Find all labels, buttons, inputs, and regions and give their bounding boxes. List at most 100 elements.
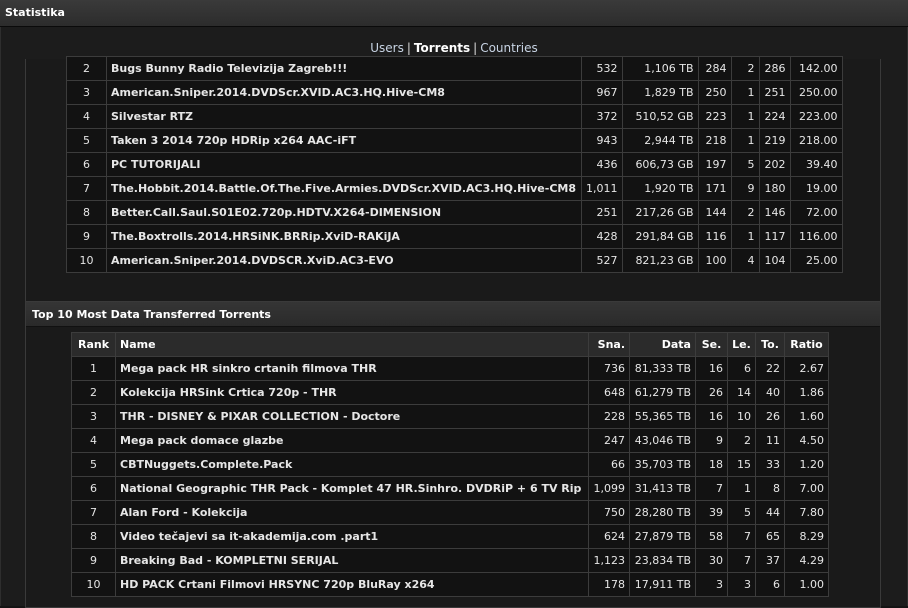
- seeders-cell: 58: [695, 524, 728, 549]
- data-cell: 43,046 TB: [629, 428, 696, 453]
- total-cell: 286: [758, 56, 791, 81]
- ratio-cell: 25.00: [789, 248, 843, 273]
- nav-separator: |: [406, 41, 411, 55]
- col-header-seeders[interactable]: Se.: [695, 332, 728, 357]
- torrent-name-link[interactable]: Alan Ford - Kolekcija: [115, 500, 589, 525]
- snatched-cell: 1,123: [588, 548, 630, 573]
- torrent-name-link[interactable]: Silvestar RTZ: [106, 104, 582, 129]
- torrent-name-link[interactable]: Kolekcija HRSink Crtica 720p - THR: [115, 380, 589, 405]
- leechers-cell: 1: [730, 104, 760, 129]
- ratio-cell: 116.00: [789, 224, 843, 249]
- snatched-cell: 736: [588, 356, 630, 381]
- col-header-data[interactable]: Data: [629, 332, 696, 357]
- col-header-leechers[interactable]: Le.: [727, 332, 756, 357]
- seeders-cell: 171: [697, 176, 732, 201]
- torrent-name-link[interactable]: Mega pack HR sinkro crtanih filmova THR: [115, 356, 589, 381]
- ratio-cell: 7.80: [784, 500, 829, 525]
- leechers-cell: 9: [730, 176, 760, 201]
- col-header-sna[interactable]: Sna.: [588, 332, 630, 357]
- data-cell: 217,26 GB: [621, 200, 699, 225]
- rank-cell: 2: [71, 380, 116, 405]
- data-cell: 1,920 TB: [621, 176, 699, 201]
- snatched-cell: 532: [581, 56, 623, 81]
- ratio-cell: 218.00: [789, 128, 843, 153]
- top-torrents-table: 2 Bugs Bunny Radio Televizija Zagreb!!! 53…: [66, 56, 843, 273]
- seeders-cell: 7: [695, 476, 728, 501]
- nav-link-users[interactable]: Users: [370, 41, 404, 55]
- leechers-cell: 4: [730, 248, 760, 273]
- snatched-cell: 624: [588, 524, 630, 549]
- seeders-cell: 9: [695, 428, 728, 453]
- torrent-name-link[interactable]: Taken 3 2014 720p HDRip x264 AAC-iFT: [106, 128, 582, 153]
- rank-cell: 10: [71, 572, 116, 597]
- table-row: 9 Breaking Bad - KOMPLETNI SERIJAL 1,123 23…: [71, 548, 829, 573]
- seeders-cell: 16: [695, 356, 728, 381]
- torrent-name-link[interactable]: American.Sniper.2014.DVDSCR.XviD.AC3-EVO: [106, 248, 582, 273]
- col-header-name[interactable]: Name: [115, 332, 589, 357]
- data-cell: 510,52 GB: [621, 104, 699, 129]
- torrent-name-link[interactable]: Mega pack domace glazbe: [115, 428, 589, 453]
- table-header-row: Rank Name Sna. Data Se. Le. To. Ratio: [71, 332, 829, 357]
- panel-title: Top 10 Most Data Transferred Torrents: [32, 308, 271, 321]
- ratio-cell: 2.67: [784, 356, 829, 381]
- total-cell: 65: [755, 524, 785, 549]
- torrent-name-link[interactable]: THR - DISNEY & PIXAR COLLECTION - Doctor…: [115, 404, 589, 429]
- snatched-cell: 228: [588, 404, 630, 429]
- torrent-name-link[interactable]: The.Hobbit.2014.Battle.Of.The.Five.Armie…: [106, 176, 582, 201]
- nav-link-torrents[interactable]: Torrents: [414, 41, 470, 55]
- torrent-name-link[interactable]: Breaking Bad - KOMPLETNI SERIJAL: [115, 548, 589, 573]
- ratio-cell: 1.00: [784, 572, 829, 597]
- table-row: 1 Mega pack HR sinkro crtanih filmova THR…: [71, 356, 829, 381]
- col-header-rank[interactable]: Rank: [71, 332, 116, 357]
- data-cell: 27,879 TB: [629, 524, 696, 549]
- data-cell: 81,333 TB: [629, 356, 696, 381]
- ratio-cell: 72.00: [789, 200, 843, 225]
- total-cell: 219: [758, 128, 791, 153]
- leechers-cell: 2: [727, 428, 756, 453]
- ratio-cell: 1.86: [784, 380, 829, 405]
- table-row: 3 THR - DISNEY & PIXAR COLLECTION - Docto…: [71, 404, 829, 429]
- seeders-cell: 116: [697, 224, 732, 249]
- total-cell: 26: [755, 404, 785, 429]
- total-cell: 44: [755, 500, 785, 525]
- rank-cell: 9: [71, 548, 116, 573]
- snatched-cell: 178: [588, 572, 630, 597]
- data-cell: 28,280 TB: [629, 500, 696, 525]
- rank-cell: 8: [66, 200, 107, 225]
- page-title: Statistika: [5, 6, 65, 19]
- table-row: 6 PC TUTORIJALI 436 606,73 GB 197 5 202 39.40: [66, 152, 843, 177]
- data-transferred-panel: Top 10 Most Data Transferred Torrents Ra…: [25, 301, 881, 608]
- torrent-name-link[interactable]: CBTNuggets.Complete.Pack: [115, 452, 589, 477]
- torrent-name-link[interactable]: The.Boxtrolls.2014.HRSiNK.BRRip.XviD-RAK…: [106, 224, 582, 249]
- rank-cell: 9: [66, 224, 107, 249]
- total-cell: 37: [755, 548, 785, 573]
- stats-nav: Users | Torrents | Countries: [1, 41, 907, 55]
- data-cell: 17,911 TB: [629, 572, 696, 597]
- torrent-name-link[interactable]: Bugs Bunny Radio Televizija Zagreb!!!: [106, 56, 582, 81]
- nav-link-countries[interactable]: Countries: [480, 41, 538, 55]
- snatched-cell: 967: [581, 80, 623, 105]
- data-cell: 291,84 GB: [621, 224, 699, 249]
- rank-cell: 8: [71, 524, 116, 549]
- rank-cell: 7: [71, 500, 116, 525]
- torrent-name-link[interactable]: Better.Call.Saul.S01E02.720p.HDTV.X264-D…: [106, 200, 582, 225]
- table-row: 8 Better.Call.Saul.S01E02.720p.HDTV.X264-…: [66, 200, 843, 225]
- snatched-cell: 750: [588, 500, 630, 525]
- snatched-cell: 372: [581, 104, 623, 129]
- torrent-name-link[interactable]: National Geographic THR Pack - Komplet 4…: [115, 476, 589, 501]
- col-header-total[interactable]: To.: [755, 332, 785, 357]
- leechers-cell: 2: [730, 200, 760, 225]
- ratio-cell: 19.00: [789, 176, 843, 201]
- torrent-name-link[interactable]: HD PACK Crtani Filmovi HRSYNC 720p BluRa…: [115, 572, 589, 597]
- total-cell: 146: [758, 200, 791, 225]
- ratio-cell: 1.20: [784, 452, 829, 477]
- seeders-cell: 250: [697, 80, 732, 105]
- total-cell: 117: [758, 224, 791, 249]
- torrent-name-link[interactable]: American.Sniper.2014.DVDScr.XVID.AC3.HQ.…: [106, 80, 582, 105]
- leechers-cell: 1: [730, 80, 760, 105]
- total-cell: 8: [755, 476, 785, 501]
- top-torrents-panel: 2 Bugs Bunny Radio Televizija Zagreb!!! 53…: [25, 56, 881, 303]
- col-header-ratio[interactable]: Ratio: [784, 332, 829, 357]
- torrent-name-link[interactable]: PC TUTORIJALI: [106, 152, 582, 177]
- torrent-name-link[interactable]: Video tečajevi sa it-akademija.com .part…: [115, 524, 589, 549]
